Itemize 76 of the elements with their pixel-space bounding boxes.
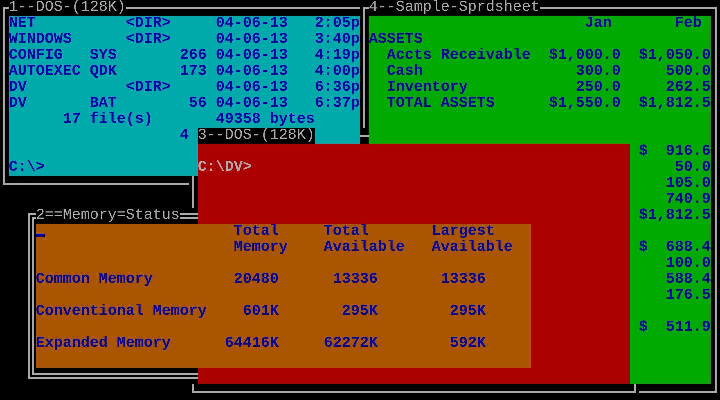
cell-value: 300.0 [575, 64, 622, 80]
byte-count: 49358 bytes [216, 112, 316, 128]
cell-value: 262.5 [665, 80, 711, 96]
cell-value: $1,812.5 [638, 96, 711, 112]
file-time: 4:00p [314, 64, 360, 80]
file-date: 04-06-13 [216, 80, 288, 96]
directory-tag: <DIR> [126, 16, 207, 32]
memory-value: 592K [449, 336, 486, 352]
memory-value: 13336 [332, 272, 378, 288]
file-name: AUTOEXEC [9, 64, 82, 80]
cell-value: $1,000.0 [549, 48, 622, 64]
column-header: Feb [674, 16, 704, 32]
cell-value: 500.0 [665, 64, 711, 80]
file-time: 6:36p [314, 80, 360, 96]
cell-value: $ 916.6 [638, 144, 711, 160]
file-extension: QDK [90, 64, 118, 80]
file-size: 266 [178, 48, 207, 64]
cell-value: $1,550.0 [549, 96, 622, 112]
directory-tag: <DIR> [126, 80, 207, 96]
file-time: 4:19p [314, 48, 360, 64]
cell-value: $ 688.4 [638, 240, 711, 256]
row-label: Expanded Memory [36, 336, 172, 352]
section-heading: ASSETS [369, 32, 424, 48]
file-date: 04-06-13 [216, 96, 288, 112]
memory-value: 13336 [440, 272, 486, 288]
column-header: Largest Available [432, 224, 514, 256]
file-time: 2:05p [314, 16, 360, 32]
column-header: Jan [584, 16, 614, 32]
row-label: TOTAL ASSETS [386, 96, 496, 112]
command-prompt: C:\DV> [198, 160, 252, 176]
row-label: Cash [386, 64, 424, 80]
cell-value: $ 511.9 [638, 320, 711, 336]
cell-value: 250.0 [575, 80, 622, 96]
cell-value: 176.5 [665, 288, 711, 304]
file-date: 04-06-13 [216, 48, 288, 64]
row-label: Inventory [386, 80, 470, 96]
cell-value: 100.0 [665, 256, 711, 272]
memory-value: 64416K [225, 336, 280, 352]
file-time: 6:37p [314, 96, 360, 112]
file-name: DV [9, 80, 28, 96]
file-date: 04-06-13 [216, 32, 288, 48]
command-prompt: C:\> [9, 160, 46, 176]
file-extension: BAT [90, 96, 118, 112]
memory-value: 20480 [233, 272, 280, 288]
file-size: 173 [178, 64, 207, 80]
cell-value: 50.0 [674, 160, 711, 176]
window-title: 4--Sample-Sprdsheet [369, 0, 540, 16]
file-name: DV [9, 96, 28, 112]
file-name: NET [9, 16, 38, 32]
column-header: Total Available [324, 224, 406, 256]
output-text: 4 [180, 128, 190, 144]
cell-value: 588.4 [665, 272, 711, 288]
file-extension: SYS [90, 48, 118, 64]
window-title: 3--DOS-(128K) [198, 128, 316, 144]
row-label: Conventional Memory [36, 304, 208, 320]
memory-value: 62272K [323, 336, 378, 352]
row-label: Accts Receivable [386, 48, 532, 64]
file-date: 04-06-13 [216, 16, 288, 32]
file-name: CONFIG [9, 48, 64, 64]
file-size: 56 [188, 96, 207, 112]
directory-tag: <DIR> [126, 32, 207, 48]
file-count: 17 file(s) [63, 112, 154, 128]
memory-value: 295K [449, 304, 486, 320]
file-date: 04-06-13 [216, 64, 288, 80]
row-label: Common Memory [36, 272, 154, 288]
file-name: WINDOWS [9, 32, 74, 48]
cell-value: $1,050.0 [638, 48, 711, 64]
file-time: 3:40p [314, 32, 360, 48]
window-title: 2==Memory=Status [36, 208, 180, 224]
memory-value: 295K [341, 304, 378, 320]
cell-value: 740.9 [665, 192, 711, 208]
window-title: 1--DOS-(128K) [9, 0, 126, 16]
column-header: Total Memory [234, 224, 290, 256]
memory-value: 601K [242, 304, 280, 320]
cell-value: $1,812.5 [638, 208, 711, 224]
cell-value: 105.0 [665, 176, 711, 192]
